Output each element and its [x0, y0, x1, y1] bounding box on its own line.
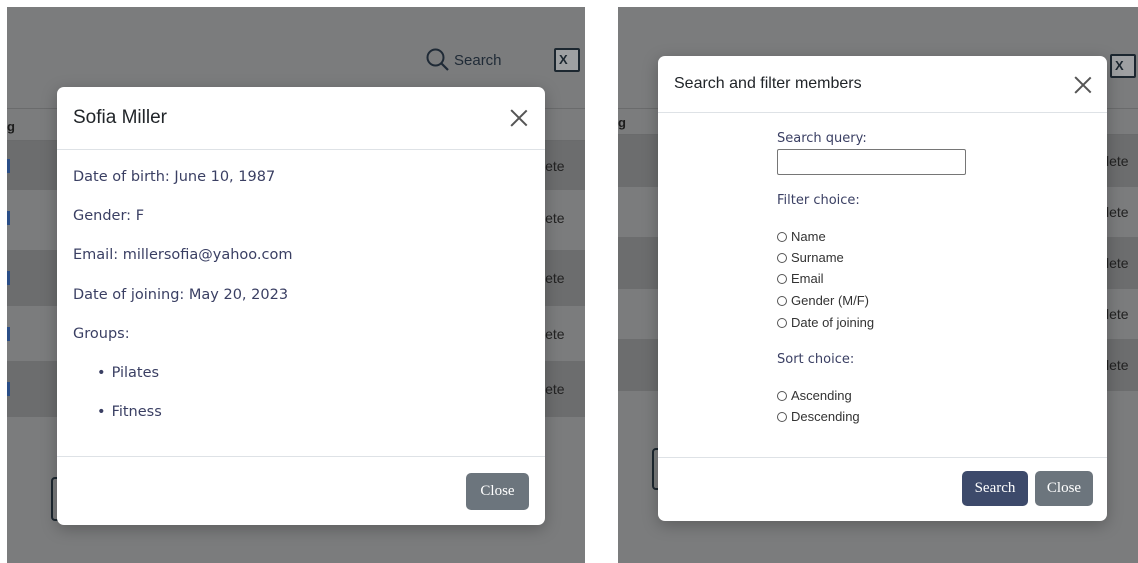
excel-export-icon: X: [1110, 54, 1136, 78]
modal-footer: Close: [57, 456, 545, 525]
background-delete-link: lete: [1106, 255, 1129, 271]
date-of-birth-line: Date of birth: June 10, 1987: [73, 169, 276, 185]
background-search-button: Search: [425, 47, 502, 73]
search-button[interactable]: Search: [962, 471, 1028, 506]
modal-header: Search and filter members: [658, 56, 1107, 113]
groups-label: Groups:: [73, 326, 130, 342]
radio-icon[interactable]: [777, 390, 787, 401]
background-row-link: [7, 326, 10, 341]
gender-line: Gender: F: [73, 208, 145, 224]
filter-choice-label: Filter choice:: [777, 193, 860, 208]
background-row-link: [7, 158, 10, 173]
background-delete-link: lete: [542, 325, 565, 342]
radio-icon[interactable]: [777, 252, 787, 263]
sort-option-descending[interactable]: Descending: [777, 409, 860, 424]
background-delete-link: lete: [1106, 153, 1129, 169]
search-query-input[interactable]: [777, 149, 966, 175]
date-of-joining-line: Date of joining: May 20, 2023: [73, 287, 289, 303]
search-query-label: Search query:: [777, 131, 867, 146]
background-delete-link: lete: [1106, 306, 1129, 322]
modal-title: Sofia Miller: [73, 107, 167, 128]
search-filter-modal: Search and filter members Search query: …: [658, 56, 1107, 521]
filter-option-gender[interactable]: Gender (M/F): [777, 293, 869, 308]
radio-icon[interactable]: [777, 317, 787, 328]
excel-export-icon: X: [554, 48, 580, 72]
background-delete-link: lete: [1106, 204, 1129, 220]
left-screen: Search X g lete lete lete lete lete Sofi…: [7, 7, 585, 563]
filter-option-surname[interactable]: Surname: [777, 250, 844, 265]
background-delete-link: lete: [542, 157, 565, 174]
background-delete-link: lete: [542, 209, 565, 226]
background-row-link: [7, 382, 10, 396]
modal-footer: Search Close: [658, 457, 1107, 521]
background-delete-link: lete: [1106, 357, 1129, 373]
sort-option-ascending[interactable]: Ascending: [777, 388, 852, 403]
radio-icon[interactable]: [777, 231, 787, 242]
right-screen: X g lete lete lete lete lete Search and …: [618, 7, 1138, 563]
close-button[interactable]: Close: [466, 473, 529, 510]
background-search-label: Search: [454, 51, 502, 69]
close-button[interactable]: Close: [1035, 471, 1093, 506]
background-row-link: [7, 210, 10, 225]
radio-icon[interactable]: [777, 411, 787, 422]
background-delete-link: lete: [542, 381, 565, 397]
group-list-item: Fitness: [97, 404, 162, 420]
radio-icon[interactable]: [777, 295, 787, 306]
background-row-link: [7, 271, 10, 285]
filter-option-name[interactable]: Name: [777, 229, 826, 244]
member-details-modal: Sofia Miller Date of birth: June 10, 1987…: [57, 87, 545, 525]
filter-option-email[interactable]: Email: [777, 271, 824, 286]
background-table-header: g: [618, 115, 626, 130]
radio-icon[interactable]: [777, 273, 787, 284]
magnifier-icon: [426, 48, 449, 71]
modal-header: Sofia Miller: [57, 87, 545, 150]
email-line: Email: millersofia@yahoo.com: [73, 247, 293, 263]
background-table-header: g: [7, 119, 15, 134]
group-list-item: Pilates: [97, 365, 160, 381]
sort-choice-label: Sort choice:: [777, 352, 855, 367]
modal-title: Search and filter members: [674, 75, 862, 92]
filter-option-date-of-joining[interactable]: Date of joining: [777, 315, 874, 330]
background-delete-link: lete: [542, 270, 565, 286]
close-icon[interactable]: [509, 108, 529, 128]
close-icon[interactable]: [1073, 75, 1093, 95]
